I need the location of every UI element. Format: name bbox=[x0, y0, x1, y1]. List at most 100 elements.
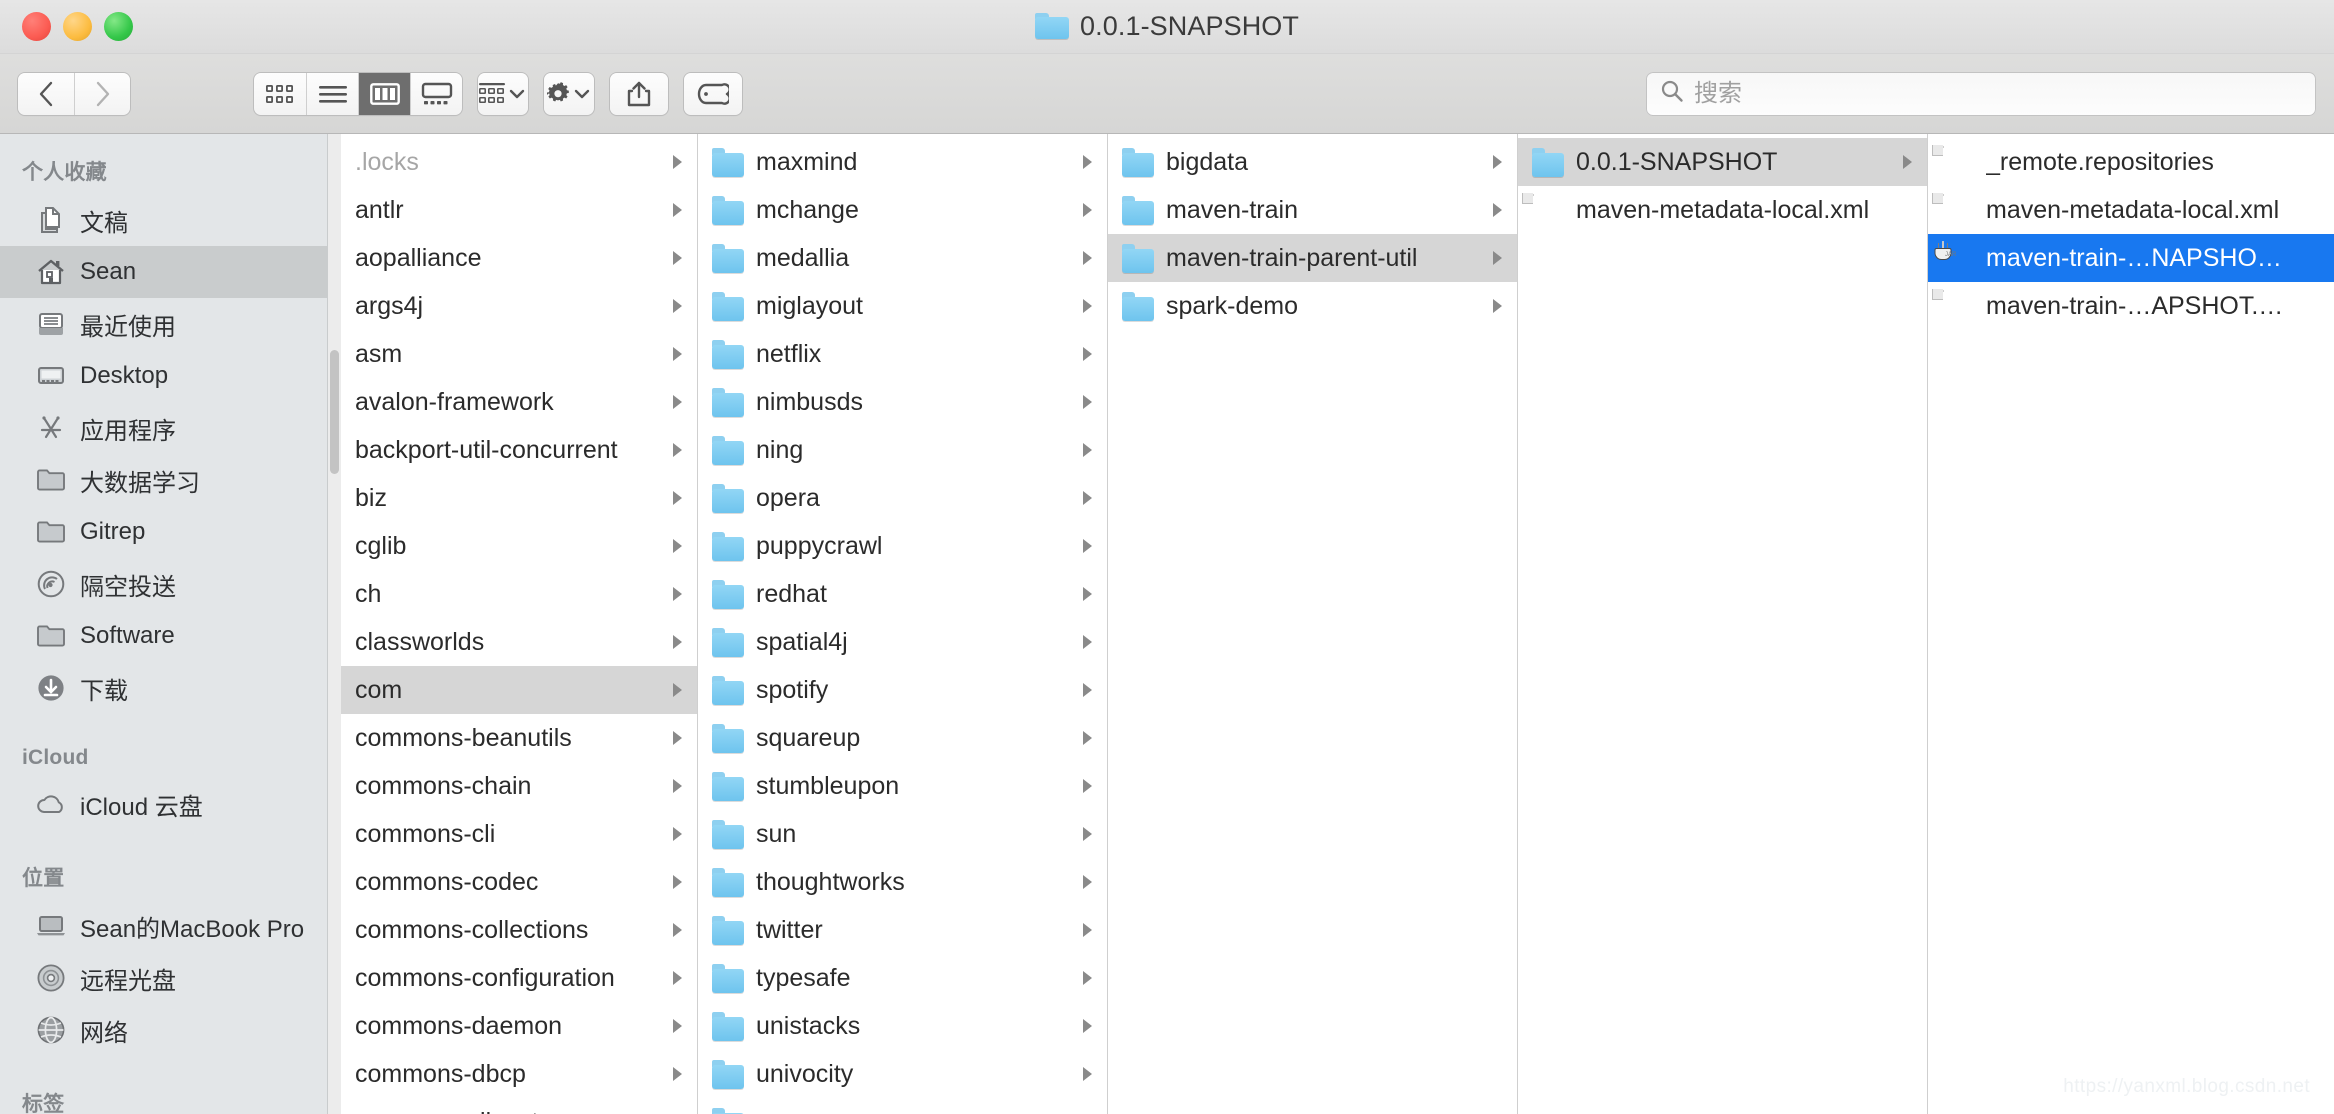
file-row[interactable]: maven-train-…APSHOT.pom bbox=[1928, 282, 2334, 330]
folder-row[interactable]: ch bbox=[341, 570, 697, 618]
sidebar-item-[interactable]: 网络 bbox=[0, 1004, 327, 1056]
sidebar-item-[interactable]: 应用程序 bbox=[0, 402, 327, 454]
folder-row[interactable]: thoughtworks bbox=[698, 858, 1107, 906]
disclosure-arrow-icon[interactable] bbox=[669, 344, 685, 364]
list-view-button[interactable] bbox=[306, 72, 358, 115]
folder-row[interactable]: puppycrawl bbox=[698, 522, 1107, 570]
folder-row[interactable]: avalon-framework bbox=[341, 378, 697, 426]
disclosure-arrow-icon[interactable] bbox=[1079, 776, 1095, 796]
disclosure-arrow-icon[interactable] bbox=[669, 200, 685, 220]
disclosure-arrow-icon[interactable] bbox=[1079, 824, 1095, 844]
folder-row[interactable]: commons-codec bbox=[341, 858, 697, 906]
folder-row[interactable]: commons-configuration bbox=[341, 954, 697, 1002]
tags-button[interactable] bbox=[684, 72, 742, 115]
folder-row[interactable]: mchange bbox=[698, 186, 1107, 234]
sidebar-item-icloud[interactable]: iCloud 云盘 bbox=[0, 778, 327, 830]
disclosure-arrow-icon[interactable] bbox=[669, 536, 685, 556]
disclosure-arrow-icon[interactable] bbox=[669, 632, 685, 652]
folder-row[interactable]: maven-train bbox=[1108, 186, 1517, 234]
search-box[interactable] bbox=[1646, 71, 2316, 116]
disclosure-arrow-icon[interactable] bbox=[669, 920, 685, 940]
disclosure-arrow-icon[interactable] bbox=[1079, 680, 1095, 700]
disclosure-arrow-icon[interactable] bbox=[669, 152, 685, 172]
sidebar-item-[interactable]: 隔空投送 bbox=[0, 558, 327, 610]
close-button[interactable] bbox=[22, 12, 51, 41]
disclosure-arrow-icon[interactable] bbox=[1489, 152, 1505, 172]
folder-row[interactable]: spatial4j bbox=[698, 618, 1107, 666]
file-row[interactable]: _remote.repositories bbox=[1928, 138, 2334, 186]
disclosure-arrow-icon[interactable] bbox=[1079, 488, 1095, 508]
disclosure-arrow-icon[interactable] bbox=[669, 872, 685, 892]
disclosure-arrow-icon[interactable] bbox=[1079, 584, 1095, 604]
disclosure-arrow-icon[interactable] bbox=[669, 440, 685, 460]
folder-row[interactable]: commons-daemon bbox=[341, 1002, 697, 1050]
disclosure-arrow-icon[interactable] bbox=[1899, 152, 1915, 172]
disclosure-arrow-icon[interactable] bbox=[669, 728, 685, 748]
folder-row[interactable]: classworlds bbox=[341, 618, 697, 666]
sidebar-item-[interactable]: 文稿 bbox=[0, 194, 327, 246]
sidebar-item-[interactable]: 远程光盘 bbox=[0, 952, 327, 1004]
minimize-button[interactable] bbox=[63, 12, 92, 41]
folder-row[interactable]: commons-beanutils bbox=[341, 714, 697, 762]
column-view-button[interactable] bbox=[358, 72, 410, 115]
folder-row[interactable]: maxmind bbox=[698, 138, 1107, 186]
disclosure-arrow-icon[interactable] bbox=[669, 1016, 685, 1036]
disclosure-arrow-icon[interactable] bbox=[1079, 440, 1095, 460]
folder-row[interactable]: antlr bbox=[341, 186, 697, 234]
search-input[interactable] bbox=[1694, 79, 2302, 108]
sidebar-item-gitrep[interactable]: Gitrep bbox=[0, 506, 327, 558]
disclosure-arrow-icon[interactable] bbox=[1489, 248, 1505, 268]
disclosure-arrow-icon[interactable] bbox=[1079, 920, 1095, 940]
sidebar-item-sean[interactable]: Sean bbox=[0, 246, 327, 298]
folder-row[interactable]: us bbox=[698, 1098, 1107, 1114]
disclosure-arrow-icon[interactable] bbox=[1079, 248, 1095, 268]
disclosure-arrow-icon[interactable] bbox=[1079, 344, 1095, 364]
disclosure-arrow-icon[interactable] bbox=[1489, 200, 1505, 220]
disclosure-arrow-icon[interactable] bbox=[1079, 728, 1095, 748]
sidebar-item-software[interactable]: Software bbox=[0, 610, 327, 662]
disclosure-arrow-icon[interactable] bbox=[1079, 1016, 1095, 1036]
folder-row[interactable]: spark-demo bbox=[1108, 282, 1517, 330]
disclosure-arrow-icon[interactable] bbox=[1079, 632, 1095, 652]
folder-row[interactable]: unistacks bbox=[698, 1002, 1107, 1050]
folder-row[interactable]: asm bbox=[341, 330, 697, 378]
disclosure-arrow-icon[interactable] bbox=[1079, 968, 1095, 988]
sidebar-item-desktop[interactable]: Desktop bbox=[0, 350, 327, 402]
disclosure-arrow-icon[interactable] bbox=[1489, 296, 1505, 316]
folder-row[interactable]: nimbusds bbox=[698, 378, 1107, 426]
sidebar-item-[interactable]: 最近使用 bbox=[0, 298, 327, 350]
forward-button[interactable] bbox=[74, 72, 130, 115]
folder-row[interactable]: netflix bbox=[698, 330, 1107, 378]
folder-row[interactable]: args4j bbox=[341, 282, 697, 330]
action-gear-button[interactable] bbox=[544, 72, 594, 115]
disclosure-arrow-icon[interactable] bbox=[1079, 872, 1095, 892]
disclosure-arrow-icon[interactable] bbox=[669, 824, 685, 844]
folder-row[interactable]: miglayout bbox=[698, 282, 1107, 330]
file-row[interactable]: maven-metadata-local.xml bbox=[1928, 186, 2334, 234]
disclosure-arrow-icon[interactable] bbox=[1079, 152, 1095, 172]
folder-row[interactable]: medallia bbox=[698, 234, 1107, 282]
folder-row[interactable]: cglib bbox=[341, 522, 697, 570]
icon-view-button[interactable] bbox=[254, 72, 306, 115]
disclosure-arrow-icon[interactable] bbox=[1079, 536, 1095, 556]
file-row[interactable]: JAR maven-train-…NAPSHOT.jar bbox=[1928, 234, 2334, 282]
folder-row[interactable]: stumbleupon bbox=[698, 762, 1107, 810]
folder-row[interactable]: redhat bbox=[698, 570, 1107, 618]
disclosure-arrow-icon[interactable] bbox=[1079, 200, 1095, 220]
zoom-button[interactable] bbox=[104, 12, 133, 41]
share-button[interactable] bbox=[610, 72, 668, 115]
sidebar-item-sean-macbook-pro[interactable]: Sean的MacBook Pro bbox=[0, 900, 327, 952]
folder-row[interactable]: commons-digester bbox=[341, 1098, 697, 1114]
gallery-view-button[interactable] bbox=[410, 72, 462, 115]
back-button[interactable] bbox=[18, 72, 74, 115]
folder-row[interactable]: univocity bbox=[698, 1050, 1107, 1098]
file-row[interactable]: maven-metadata-local.xml bbox=[1518, 186, 1927, 234]
folder-row[interactable]: squareup bbox=[698, 714, 1107, 762]
folder-row[interactable]: typesafe bbox=[698, 954, 1107, 1002]
folder-row[interactable]: backport-util-concurrent bbox=[341, 426, 697, 474]
disclosure-arrow-icon[interactable] bbox=[669, 680, 685, 700]
folder-row[interactable]: maven-train-parent-util bbox=[1108, 234, 1517, 282]
disclosure-arrow-icon[interactable] bbox=[1079, 296, 1095, 316]
folder-row[interactable]: bigdata bbox=[1108, 138, 1517, 186]
folder-row[interactable]: sun bbox=[698, 810, 1107, 858]
